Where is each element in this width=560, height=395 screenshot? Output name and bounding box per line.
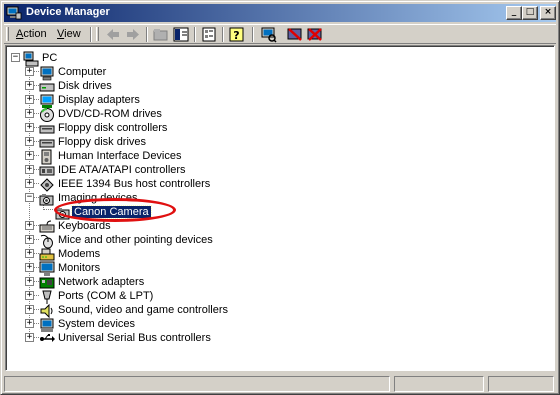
- maximize-button[interactable]: □: [522, 6, 538, 20]
- status-bar: [4, 374, 556, 392]
- tree-item-label: Canon Camera: [71, 205, 152, 219]
- close-button[interactable]: ×: [540, 6, 556, 20]
- minimize-button[interactable]: _: [506, 6, 522, 20]
- tree-item-label: Keyboards: [58, 220, 111, 232]
- expander-category-2[interactable]: +: [25, 95, 34, 104]
- expander-category-6[interactable]: +: [25, 151, 34, 160]
- expander-category-13[interactable]: +: [25, 263, 34, 272]
- expander-category-0[interactable]: +: [25, 67, 34, 76]
- toolbar-separator: [146, 27, 148, 42]
- device-tree[interactable]: − PC + Computer + Disk drives + Display adapter…: [5, 45, 555, 371]
- toolbar-separator: [252, 27, 254, 42]
- expander-category-9[interactable]: −: [25, 193, 34, 202]
- expander-category-18[interactable]: +: [25, 333, 34, 342]
- expander-category-8[interactable]: +: [25, 179, 34, 188]
- toolbar-separator: [90, 27, 92, 42]
- expander-category-4[interactable]: +: [25, 123, 34, 132]
- expander-root[interactable]: −: [11, 53, 20, 62]
- expander-category-12[interactable]: +: [25, 249, 34, 258]
- expander-category-10[interactable]: +: [25, 221, 34, 230]
- menu-toolbar-row: Action View ?: [4, 24, 556, 44]
- menu-action-rest: ction: [23, 28, 47, 40]
- status-pane-right: [488, 376, 554, 392]
- toolbar-grip[interactable]: [96, 27, 99, 41]
- expander-category-3[interactable]: +: [25, 109, 34, 118]
- usb-icon: [39, 331, 55, 347]
- tree-item-label: Modems: [58, 248, 101, 260]
- expander-category-5[interactable]: +: [25, 137, 34, 146]
- tree-item-label: Monitors: [58, 262, 101, 274]
- menu-view-rest: iew: [64, 28, 81, 40]
- uninstall-device-icon[interactable]: [306, 26, 324, 43]
- tree-item-label: System devices: [58, 318, 136, 330]
- tree-item-label: IEEE 1394 Bus host controllers: [58, 178, 211, 190]
- window-title: Device Manager: [26, 6, 110, 18]
- tree-item-label: Disk drives: [58, 80, 112, 92]
- camera-icon: [55, 205, 71, 221]
- tree-item-label: IDE ATA/ATAPI controllers: [58, 164, 186, 176]
- tree-item-label: Floppy disk controllers: [58, 122, 168, 134]
- tree-item-label: Floppy disk drives: [58, 136, 147, 148]
- toolbar-separator: [222, 27, 224, 42]
- tree-item-label: PC: [42, 52, 58, 64]
- expander-category-7[interactable]: +: [25, 165, 34, 174]
- tree-item-label: Imaging devices: [58, 192, 138, 204]
- expander-category-17[interactable]: +: [25, 319, 34, 328]
- tree-item-label: Display adapters: [58, 94, 140, 106]
- menu-action[interactable]: Action: [16, 28, 47, 40]
- tree-item-label: Mice and other pointing devices: [58, 234, 213, 246]
- properties-icon[interactable]: [200, 26, 218, 43]
- menu-view[interactable]: View: [57, 28, 81, 40]
- expander-category-14[interactable]: +: [25, 277, 34, 286]
- expander-category-16[interactable]: +: [25, 305, 34, 314]
- tree-item-label: Sound, video and game controllers: [58, 304, 228, 316]
- imaging-device-icon: [39, 191, 55, 207]
- tree-item-label: Computer: [58, 66, 107, 78]
- device-manager-window: Device Manager _ □ × Action View ? − PC …: [0, 0, 560, 395]
- device-manager-app-icon: [6, 5, 22, 21]
- menubar-grip[interactable]: [6, 27, 9, 41]
- toolbar-separator: [194, 27, 196, 42]
- expander-category-15[interactable]: +: [25, 291, 34, 300]
- title-bar[interactable]: Device Manager _ □ ×: [4, 4, 556, 22]
- expander-category-11[interactable]: +: [25, 235, 34, 244]
- tree-connector: [43, 209, 53, 210]
- forward-arrow-icon[interactable]: [124, 26, 142, 43]
- tree-item-label: DVD/CD-ROM drives: [58, 108, 162, 120]
- status-pane-middle: [394, 376, 484, 392]
- expander-category-1[interactable]: +: [25, 81, 34, 90]
- help-icon[interactable]: ?: [228, 26, 246, 43]
- disable-device-icon[interactable]: [286, 26, 304, 43]
- up-folder-icon[interactable]: [152, 26, 170, 43]
- root-pc-icon: [23, 51, 39, 67]
- tree-item-label: Ports (COM & LPT): [58, 290, 154, 302]
- tree-item-label: Human Interface Devices: [58, 150, 182, 162]
- show-hide-tree-icon[interactable]: [172, 26, 190, 43]
- tree-item-label: Universal Serial Bus controllers: [58, 332, 211, 344]
- tree-item-label: Network adapters: [58, 276, 145, 288]
- svg-text:?: ?: [233, 29, 239, 42]
- scan-hardware-icon[interactable]: [260, 26, 278, 43]
- back-arrow-icon[interactable]: [104, 26, 122, 43]
- status-pane-main: [4, 376, 390, 392]
